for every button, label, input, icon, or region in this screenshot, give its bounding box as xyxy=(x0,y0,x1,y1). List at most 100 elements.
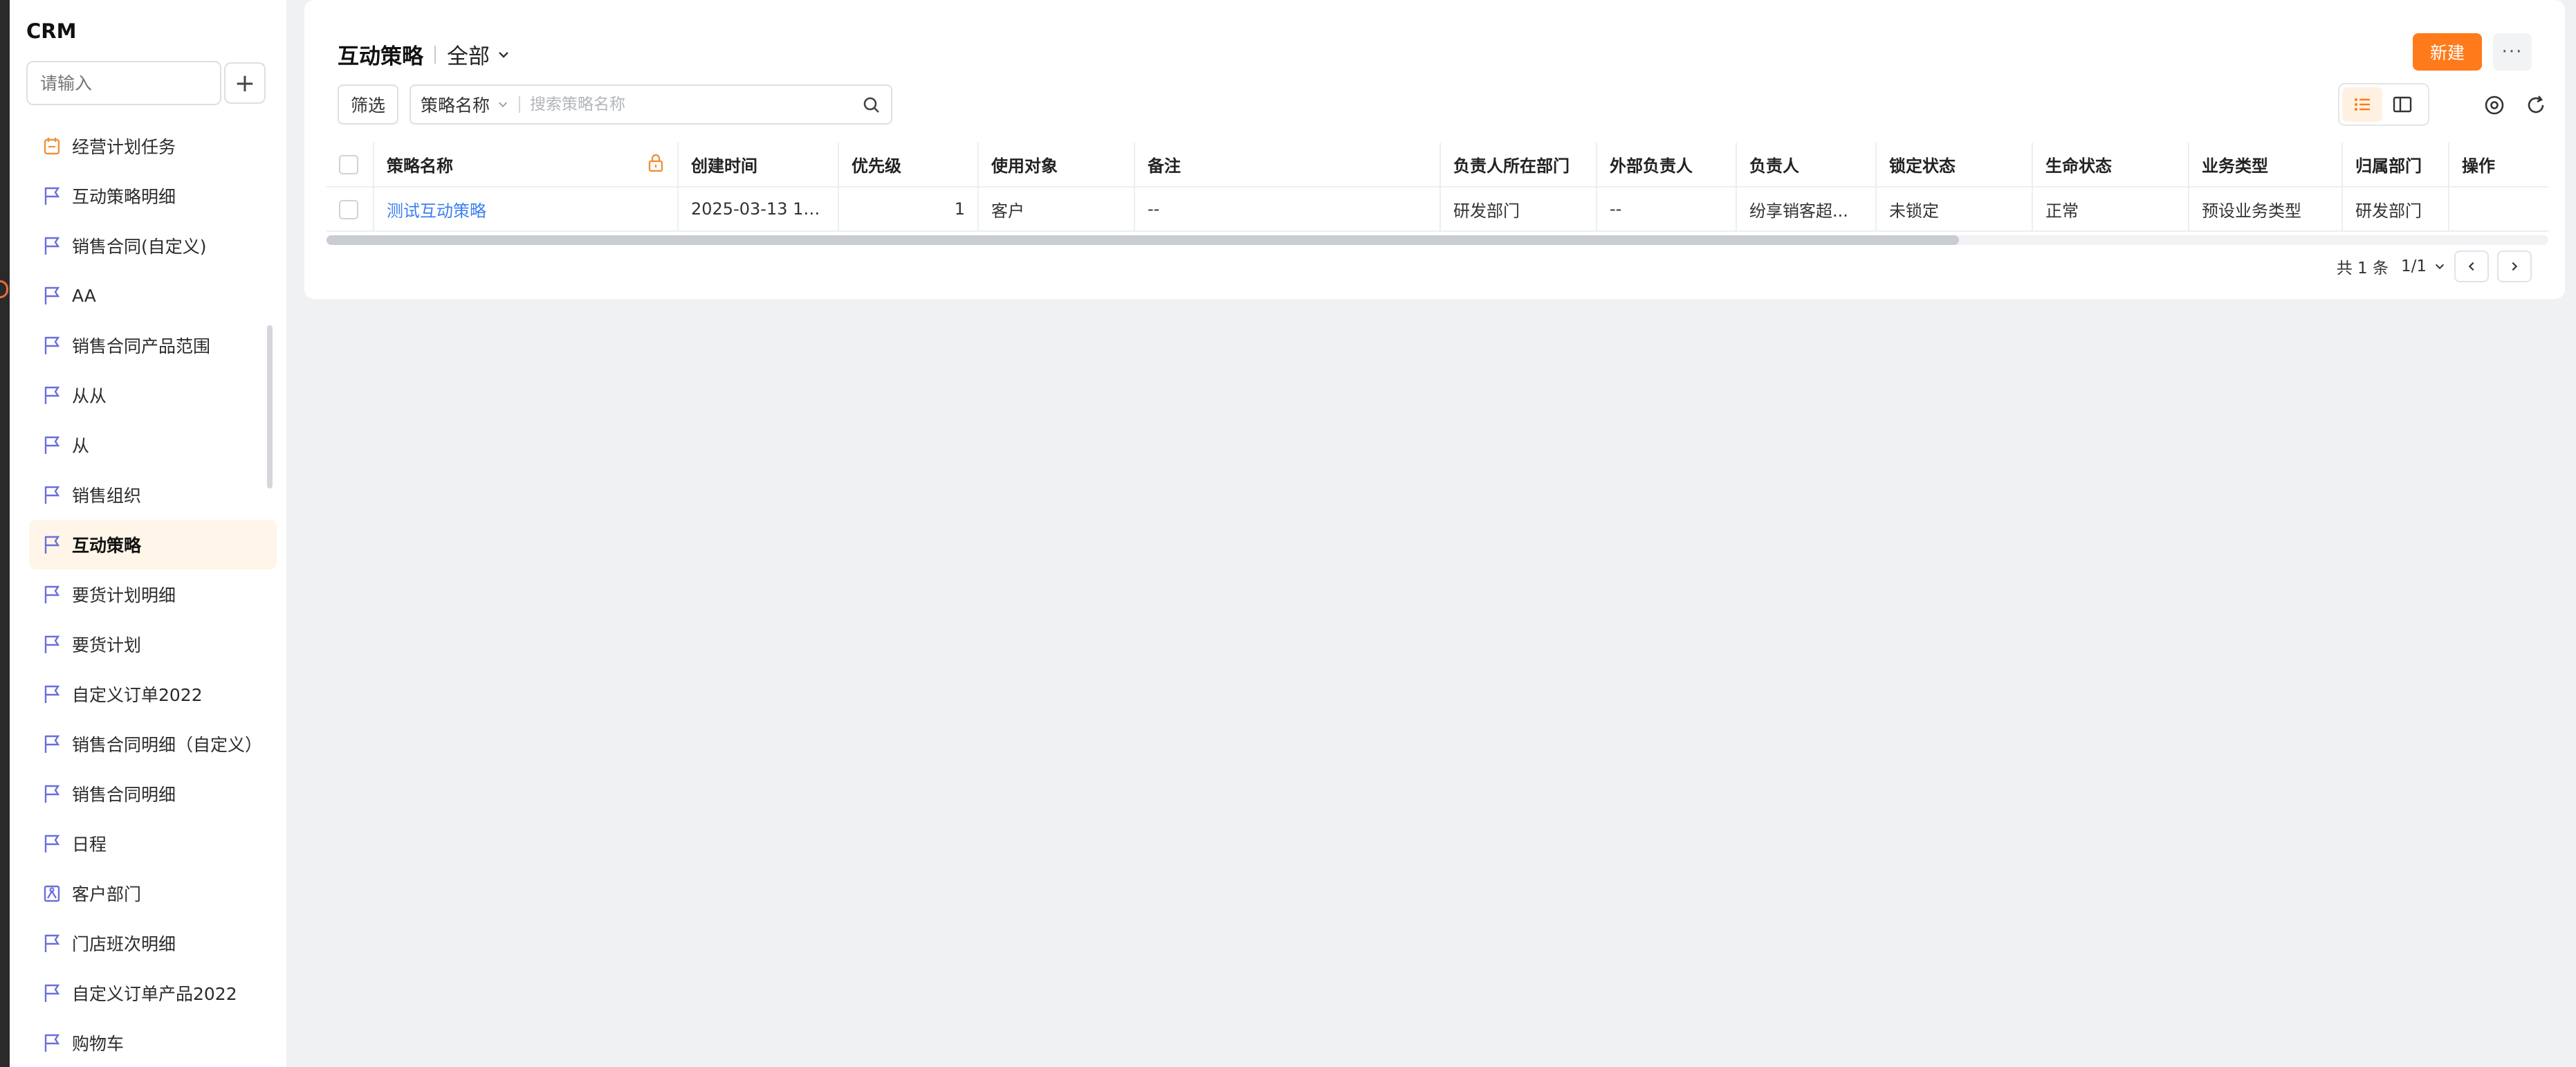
split-view-icon[interactable] xyxy=(2382,87,2422,122)
flag-icon xyxy=(43,634,62,655)
title-row: 互动策略 全部 xyxy=(338,39,510,70)
row-checkbox[interactable] xyxy=(326,187,374,232)
sidebar-item[interactable]: 日程 xyxy=(29,819,277,868)
column-header[interactable]: 外部负责人 xyxy=(1597,143,1737,188)
sidebar-item[interactable]: 销售合同(自定义) xyxy=(29,221,277,271)
sidebar-title: CRM xyxy=(26,19,77,43)
sidebar-item[interactable]: 购物车 xyxy=(29,1018,277,1067)
column-header[interactable]: 备注 xyxy=(1134,143,1441,188)
column-header[interactable]: 负责人所在部门 xyxy=(1440,143,1597,188)
main-panel: 互动策略 全部 新建 ··· 筛选 策略名称 搜索策略名称 策略名称 创建时间 … xyxy=(304,0,2565,299)
sidebar-item-label: AA xyxy=(72,285,96,306)
chevron-down-icon[interactable] xyxy=(497,48,510,62)
sidebar-item[interactable]: 客户部门 xyxy=(29,868,277,918)
settings-icon[interactable] xyxy=(2481,91,2508,119)
flag-icon xyxy=(43,1032,62,1053)
table-cell: 1 xyxy=(838,187,979,232)
column-header[interactable]: 操作 xyxy=(2449,143,2548,188)
sidebar-item[interactable]: AA xyxy=(29,271,277,320)
table-row[interactable]: 测试互动策略 2025-03-13 17:22 1 客户 -- 研发部门 -- 纷享销客超..… xyxy=(326,187,2548,232)
sidebar-item[interactable]: 要货计划 xyxy=(29,619,277,669)
sidebar-item[interactable]: 互动策略 xyxy=(29,520,277,569)
scrollbar-thumb[interactable] xyxy=(326,235,1959,245)
flag-icon xyxy=(43,484,62,505)
sidebar-scrollbar[interactable] xyxy=(267,325,273,489)
flag-icon xyxy=(43,933,62,954)
sidebar-item-label: 要货计划明细 xyxy=(72,585,176,605)
page-title: 互动策略 xyxy=(338,44,423,69)
chevron-down-icon xyxy=(2434,260,2446,273)
table-cell: 客户 xyxy=(978,187,1135,232)
column-header[interactable]: 生命状态 xyxy=(2032,143,2189,188)
filter-button[interactable]: 筛选 xyxy=(338,84,398,125)
select-all-checkbox[interactable] xyxy=(326,143,374,188)
add-button[interactable]: + xyxy=(224,62,266,104)
sidebar-item[interactable]: 要货计划明细 xyxy=(29,569,277,619)
prev-page-button[interactable] xyxy=(2454,250,2489,282)
sidebar-item[interactable]: 从从 xyxy=(29,370,277,420)
column-header[interactable]: 策略名称 xyxy=(374,143,679,188)
sidebar-item-label: 互动策略 xyxy=(72,536,142,556)
search-field-select[interactable]: 策略名称 xyxy=(411,92,509,117)
flag-icon xyxy=(43,285,62,306)
refresh-icon[interactable] xyxy=(2522,91,2550,119)
flag-icon xyxy=(43,783,62,804)
sidebar-item[interactable]: 自定义订单产品2022 xyxy=(29,968,277,1018)
sidebar-item-label: 销售合同明细 xyxy=(72,785,176,805)
lock-icon xyxy=(647,153,665,176)
flag-icon xyxy=(43,733,62,754)
sidebar-item[interactable]: 门店班次明细 xyxy=(29,918,277,968)
flag-icon xyxy=(43,435,62,455)
sidebar-item-label: 从从 xyxy=(72,386,107,406)
filter-row: 筛选 策略名称 xyxy=(338,84,892,125)
chevron-right-icon xyxy=(2512,262,2518,271)
total-count: 共 1 条 xyxy=(2336,259,2389,277)
view-selector[interactable]: 全部 xyxy=(447,39,490,70)
page-select[interactable]: 1/1 xyxy=(2401,257,2446,275)
column-header[interactable]: 使用对象 xyxy=(978,143,1135,188)
sidebar-item-label: 门店班次明细 xyxy=(72,934,176,954)
table-cell xyxy=(2449,187,2548,232)
flag-icon xyxy=(43,185,62,206)
new-button[interactable]: 新建 xyxy=(2413,33,2482,71)
more-button[interactable]: ··· xyxy=(2493,33,2532,71)
sidebar-item[interactable]: 从 xyxy=(29,420,277,470)
table-cell: -- xyxy=(1597,187,1737,232)
sidebar-item[interactable]: 经营计划任务 xyxy=(29,121,277,171)
column-header-label: 策略名称 xyxy=(387,156,453,176)
flag-icon xyxy=(43,833,62,854)
column-header[interactable]: 优先级 xyxy=(838,143,979,188)
column-header[interactable]: 业务类型 xyxy=(2189,143,2343,188)
sidebar-item-label: 购物车 xyxy=(72,1034,125,1054)
record-link[interactable]: 测试互动策略 xyxy=(374,187,679,232)
sidebar-item[interactable]: 销售合同明细 xyxy=(29,769,277,819)
page-indicator: 1/1 xyxy=(2400,257,2427,275)
search-icon[interactable] xyxy=(862,95,881,118)
sidebar-item-label: 互动策略明细 xyxy=(72,187,176,207)
sidebar-item[interactable]: 自定义订单2022 xyxy=(29,669,277,719)
data-table: 策略名称 创建时间 优先级 使用对象 备注 负责人所在部门 外部负责人 负责人 锁定状态 生命状态… xyxy=(326,143,2548,235)
flag-icon xyxy=(43,584,62,605)
next-page-button[interactable] xyxy=(2497,250,2532,282)
sidebar-item[interactable]: 销售合同产品范围 xyxy=(29,320,277,370)
sidebar-item[interactable]: 互动策略明细 xyxy=(29,171,277,221)
column-header[interactable]: 锁定状态 xyxy=(1876,143,2033,188)
sidebar-item[interactable]: 销售合同明细（自定义） xyxy=(29,719,277,769)
flag-icon xyxy=(43,684,62,704)
horizontal-scrollbar[interactable] xyxy=(326,235,2548,245)
table-cell: 研发部门 xyxy=(2342,187,2449,232)
list-view-icon[interactable] xyxy=(2342,87,2382,122)
sidebar-item-label: 销售合同产品范围 xyxy=(72,336,211,356)
column-header[interactable]: 创建时间 xyxy=(678,143,839,188)
search-divider xyxy=(519,96,521,113)
search-input[interactable] xyxy=(530,95,849,113)
sidebar-search-input[interactable] xyxy=(26,61,221,105)
pagination: 共 1 条 1/1 xyxy=(2337,250,2532,282)
column-header[interactable]: 归属部门 xyxy=(2342,143,2449,188)
column-header[interactable]: 负责人 xyxy=(1736,143,1877,188)
sidebar-item-label: 从 xyxy=(72,436,90,456)
sidebar-item[interactable]: 销售组织 xyxy=(29,470,277,520)
sidebar-item-label: 销售合同明细（自定义） xyxy=(72,735,263,755)
flag-icon xyxy=(43,335,62,356)
window-edge xyxy=(0,0,10,1067)
